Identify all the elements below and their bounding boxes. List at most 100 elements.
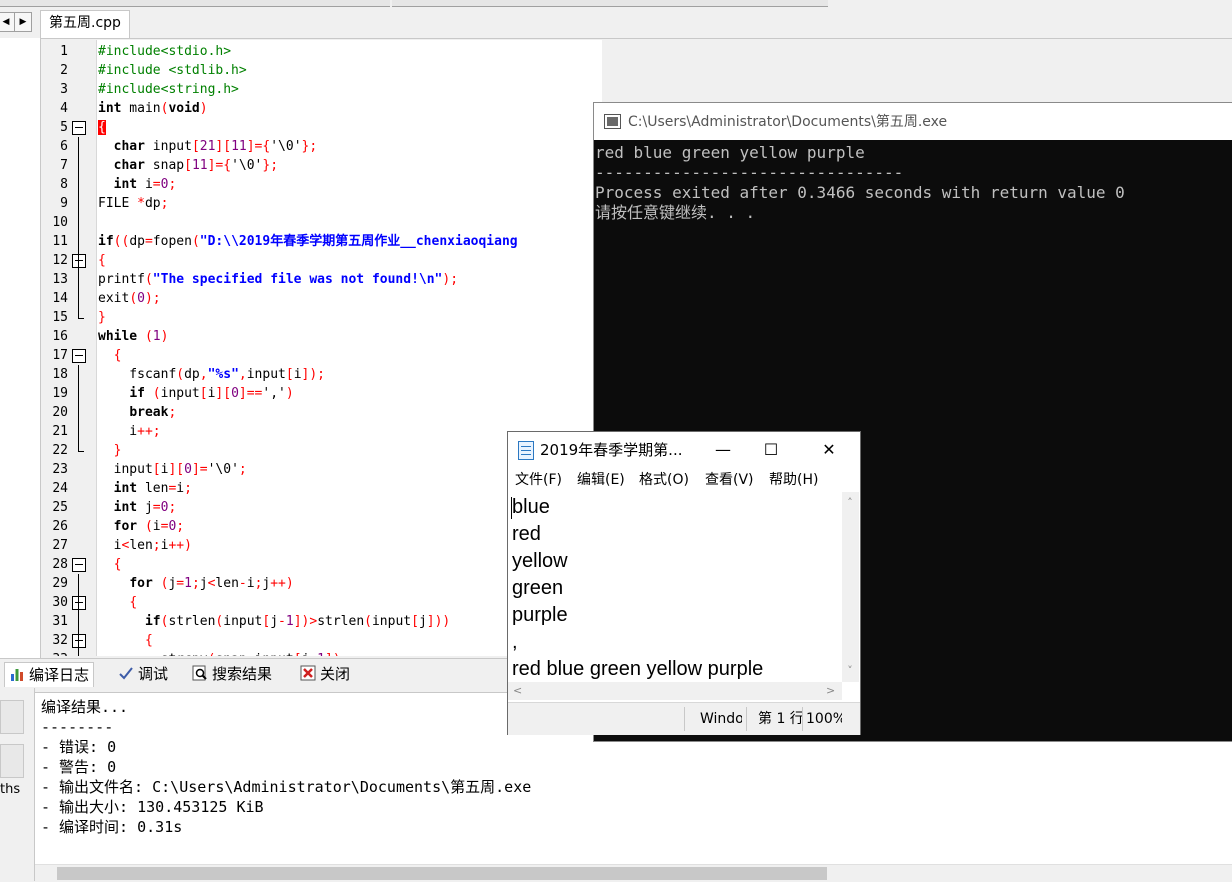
console-line: 请按任意键继续. . . [595,203,756,222]
console-line: -------------------------------- [595,163,904,182]
log-horizontal-scrollbar[interactable] [35,864,1232,882]
tab-close[interactable]: 关闭 [296,662,354,686]
fold-toggle-icon[interactable] [72,254,86,268]
tab-label: 调试 [138,665,169,683]
line-number: 2 [60,63,68,78]
line-number: 22 [52,443,68,458]
scroll-up-icon[interactable]: ˄ [845,496,855,509]
code-line: FILE *dp; [98,196,169,211]
menu-help[interactable]: 帮助(H) [769,470,818,490]
tab-debug[interactable]: 调试 [114,662,172,686]
tab-compile-log[interactable]: 编译日志 [4,662,95,687]
fold-guide [78,270,79,319]
log-action-button[interactable] [0,744,24,778]
line-number: 27 [52,538,68,553]
code-line: strcpy(snap,input[j-1]); [98,650,349,656]
toolbar-segment [392,0,828,7]
code-line: char input[21][11]={'\0'}; [113,139,318,154]
code-line: #include <stdlib.h> [98,63,247,78]
status-encoding: Windo [700,711,742,727]
code-line: } [113,443,122,458]
fold-toggle-icon[interactable] [72,121,86,135]
tab-file[interactable]: 第五周.cpp [40,10,130,38]
text-line: blue [512,496,550,518]
code-line: for (i=0; [113,519,185,534]
scrollbar-thumb[interactable] [57,867,827,880]
close-button[interactable]: ✕ [806,436,852,464]
fold-end-marker [78,318,84,319]
minimize-button[interactable]: — [700,436,746,464]
status-separator [802,707,803,731]
notepad-text-area[interactable]: blue red yellow green purple , red blue … [508,492,842,682]
console-line: red blue green yellow purple [595,143,865,162]
notepad-vertical-scrollbar[interactable]: ˄ ˅ [842,492,859,682]
status-separator [746,707,747,731]
code-line: i<len;i++) [98,538,192,553]
scroll-right-icon[interactable]: > [826,684,835,697]
fold-toggle-icon[interactable] [72,634,86,648]
fold-guide [78,650,79,656]
code-line: } [98,310,106,325]
line-number: 26 [52,519,68,534]
log-line: - 输出大小: 130.453125 KiB [41,798,264,816]
code-line: int len=i; [113,481,192,496]
line-number: 33 [42,650,68,656]
code-line: char snap[11]={'\0'}; [113,158,279,173]
fold-toggle-icon[interactable] [72,349,86,363]
tab-search-results[interactable]: 搜索结果 [188,662,276,686]
scroll-down-icon[interactable]: ˅ [845,664,855,677]
maximize-button[interactable]: ☐ [748,436,794,464]
notepad-title: 2019年春季学期第... [540,441,683,459]
line-number: 10 [52,215,68,230]
line-number: 11 [52,234,68,249]
console-titlebar[interactable]: C:\Users\Administrator\Documents\第五周.exe [594,103,1232,140]
text-line: , [512,631,518,653]
code-line: int j=0; [113,500,177,515]
status-position: 第 1 行 [758,711,802,727]
project-side-panel[interactable] [0,38,41,658]
fold-toggle-icon[interactable] [72,596,86,610]
menu-edit[interactable]: 编辑(E) [577,470,625,490]
line-number: 32 [52,633,68,648]
tab-scroll-left-icon[interactable]: ◀ [0,12,15,32]
notepad-icon [518,441,534,460]
code-line: fscanf(dp,"%s",input[i]); [98,367,326,382]
menu-file[interactable]: 文件(F) [515,470,562,490]
text-line: green [512,577,564,599]
line-number: 17 [52,348,68,363]
line-number: 13 [52,272,68,287]
menu-view[interactable]: 查看(V) [705,470,754,490]
close-icon [300,665,316,681]
notepad-menubar: 文件(F) 编辑(E) 格式(O) 查看(V) 帮助(H) [508,468,860,492]
notepad-window[interactable]: 2019年春季学期第... — ☐ ✕ 文件(F) 编辑(E) 格式(O) 查看… [507,431,861,735]
code-line: { [98,120,106,135]
notepad-titlebar[interactable]: 2019年春季学期第... — ☐ ✕ [508,432,860,467]
line-number: 1 [60,44,68,59]
tab-scroll-right-icon[interactable]: ▶ [14,12,32,32]
code-line: input[i][0]='\0'; [98,462,247,477]
notepad-statusbar: Windo 第 1 行 100% [508,702,860,735]
line-number: 5 [60,120,68,135]
code-line: printf("The specified file was not found… [98,272,459,287]
log-line: - 错误: 0 [41,738,117,756]
scroll-left-icon[interactable]: < [513,684,522,697]
notepad-horizontal-scrollbar[interactable]: < > [508,682,842,700]
code-line: if((dp=fopen("D:\\2019年春季学期第五周作业__chenxi… [98,234,518,249]
code-line: { [129,595,138,610]
log-action-button[interactable] [0,700,24,734]
menu-format[interactable]: 格式(O) [639,470,689,490]
fold-toggle-icon[interactable] [72,558,86,572]
line-number: 25 [52,500,68,515]
code-line: { [98,253,106,268]
code-line: { [113,348,122,363]
toolbar-segment [0,0,390,7]
line-number: 23 [52,462,68,477]
code-line: #include<stdio.h> [98,44,232,59]
line-number: 20 [52,405,68,420]
text-line: yellow [512,550,568,572]
code-line: if (input[i][0]==',') [129,386,294,401]
console-app-icon [604,114,621,129]
check-icon [119,667,133,680]
code-line: for (j=1;j<len-i;j++) [129,576,294,591]
code-line: int main(void) [98,101,208,116]
